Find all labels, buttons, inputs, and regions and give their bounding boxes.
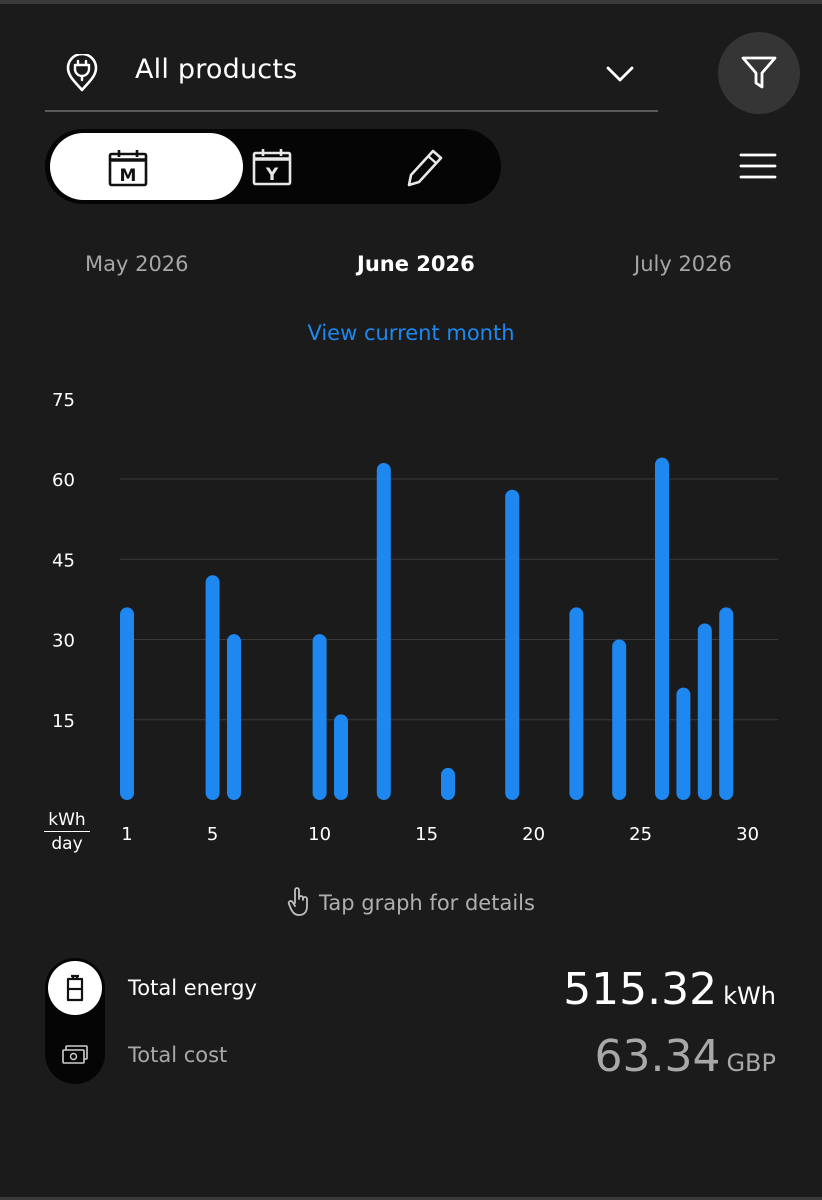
total-energy-label: Total energy [128,976,257,1000]
money-icon[interactable] [61,1044,89,1066]
bar-day-27[interactable] [676,687,691,800]
bar-day-5[interactable] [205,575,220,800]
tap-hint: Tap graph for details [0,886,822,916]
next-month[interactable]: July 2026 [634,252,732,276]
chart-bars [120,457,734,801]
bar-day-13[interactable] [376,462,391,800]
pencil-icon [407,149,443,187]
x-tick-label: 15 [415,824,438,845]
bar-day-22[interactable] [569,607,584,800]
energy-bar-chart[interactable]: 1530456075 1 5 10 15 20 25 30 [0,380,822,860]
top-divider [0,0,822,4]
y-tick-label: 60 [52,470,75,491]
charging-plug-icon [66,54,98,92]
selector-label: All products [135,54,298,85]
product-selector[interactable]: All products [45,36,658,112]
tap-hint-text: Tap graph for details [319,891,535,915]
x-tick-label: 20 [522,824,545,845]
edit-option[interactable] [395,129,545,204]
bar-day-10[interactable] [312,634,327,800]
bar-day-11[interactable] [334,714,348,800]
total-cost-value: 63.34 GBP [594,1031,776,1082]
chevron-down-icon [606,66,634,82]
bar-day-29[interactable] [719,607,734,800]
totals-toggle [45,958,105,1084]
calendar-year-icon: Y [252,149,292,186]
y-axis-ticks: 15 30 45 60 75 [52,390,75,732]
x-tick-label: 1 [121,824,132,845]
total-energy-value: 515.32 kWh [563,964,776,1015]
unit-label: kWh day [44,810,90,854]
svg-text:Y: Y [265,165,279,185]
current-month: June 2026 [357,252,475,276]
bar-day-6[interactable] [227,634,241,800]
energy-option[interactable] [48,961,102,1015]
total-cost-label: Total cost [128,1043,228,1067]
calendar-month-icon: M [108,150,148,187]
y-tick-label: 30 [52,631,75,652]
x-axis-ticks: 1 5 10 15 20 25 30 [121,824,759,845]
month-view-option[interactable]: M [50,133,243,200]
x-tick-label: 25 [629,824,652,845]
period-toggle: M Y [45,129,501,204]
battery-icon [66,974,84,1002]
bar-day-16[interactable] [441,767,455,800]
filter-button[interactable] [718,32,800,114]
bar-day-28[interactable] [697,623,712,800]
bar-day-1[interactable] [120,607,134,800]
pointing-hand-icon [287,887,308,916]
view-current-month-link[interactable]: View current month [0,321,822,345]
svg-text:M: M [120,166,137,186]
previous-month[interactable]: May 2026 [85,252,189,276]
menu-icon[interactable] [738,150,778,182]
bar-day-19[interactable] [505,489,520,800]
x-tick-label: 10 [308,824,331,845]
bar-day-26[interactable] [655,457,669,800]
y-tick-label: 15 [52,711,75,732]
x-tick-label: 30 [736,824,759,845]
year-view-option[interactable]: Y [243,129,393,204]
y-tick-label: 75 [52,390,75,411]
filter-icon [741,56,777,89]
y-tick-label: 45 [52,550,75,571]
x-tick-label: 5 [207,824,218,845]
bar-day-24[interactable] [612,639,627,801]
